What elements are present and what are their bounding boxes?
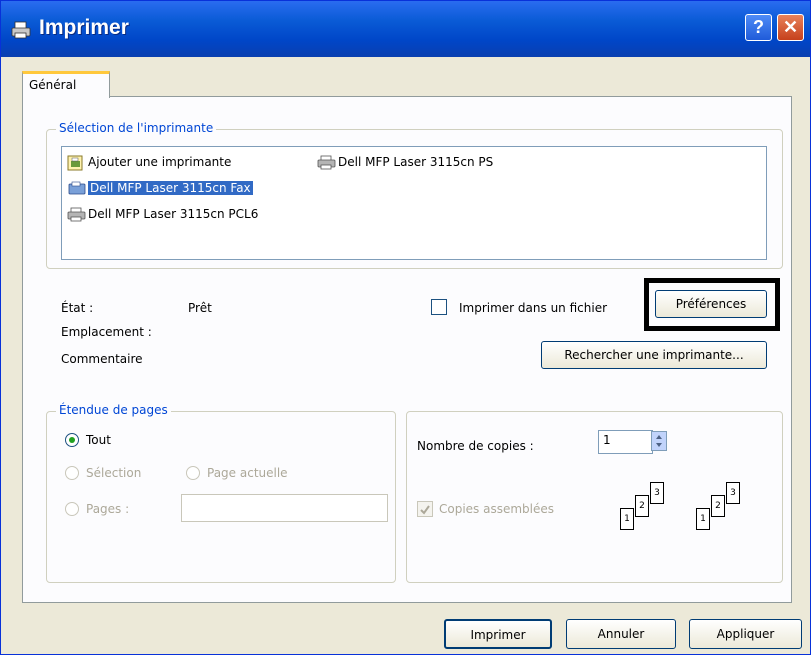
find-printer-button[interactable]: Rechercher une imprimante...	[541, 341, 767, 369]
print-to-file-checkbox[interactable]	[431, 299, 447, 315]
location-label: Emplacement :	[61, 325, 152, 339]
collated-pages-icon: 3 2 1	[620, 482, 680, 542]
collate-label: Copies assemblées	[439, 502, 555, 516]
printer-icon	[67, 207, 86, 221]
printer-icon	[11, 21, 31, 39]
print-button[interactable]: Imprimer	[444, 619, 552, 649]
printer-label: Dell MFP Laser 3115cn Fax	[88, 181, 253, 195]
state-label: État :	[61, 301, 94, 315]
check-icon	[420, 505, 430, 515]
help-button[interactable]: ?	[745, 14, 772, 41]
state-value: Prêt	[188, 301, 212, 315]
page-sheet: 1	[696, 508, 710, 530]
title-bar[interactable]: Imprimer ? ✕	[1, 1, 810, 57]
printer-item-add[interactable]: Ajouter une imprimante	[66, 153, 231, 171]
printer-selection-label: Sélection de l'imprimante	[56, 121, 217, 135]
pages-label: Pages :	[86, 502, 130, 516]
current-page-radio[interactable]	[186, 466, 200, 480]
current-page-label: Page actuelle	[207, 466, 288, 480]
spinner-arrows-icon	[656, 435, 662, 447]
preferences-highlight-box	[644, 278, 780, 331]
selection-radio[interactable]	[65, 466, 79, 480]
printer-icon	[317, 155, 336, 169]
printer-label: Ajouter une imprimante	[88, 155, 232, 169]
selection-label: Sélection	[86, 466, 142, 480]
collated-pages-icon: 3 2 1	[696, 482, 756, 542]
printer-label: Dell MFP Laser 3115cn PCL6	[88, 207, 259, 221]
page-sheet: 2	[635, 495, 649, 517]
apply-button[interactable]: Appliquer	[689, 619, 802, 649]
page-sheet: 3	[726, 482, 740, 504]
printer-item-pcl6[interactable]: Dell MFP Laser 3115cn PCL6	[66, 205, 258, 223]
printer-list[interactable]: Ajouter une imprimante Dell MFP Laser 31…	[61, 146, 767, 260]
close-button[interactable]: ✕	[777, 14, 804, 41]
page-range-label: Étendue de pages	[56, 403, 171, 417]
copies-count-label: Nombre de copies :	[417, 439, 534, 453]
page-sheet: 2	[711, 495, 725, 517]
print-dialog: Imprimer ? ✕ Général Sélection de l'impr…	[0, 0, 811, 655]
printer-item-fax[interactable]: Dell MFP Laser 3115cn Fax	[66, 179, 253, 197]
copies-spinner[interactable]	[651, 431, 667, 451]
comment-label: Commentaire	[61, 352, 143, 366]
tab-general[interactable]: Général	[22, 71, 110, 98]
printer-item-ps[interactable]: Dell MFP Laser 3115cn PS	[316, 153, 493, 171]
copies-count-input[interactable]: 1	[598, 430, 653, 454]
all-pages-label: Tout	[86, 433, 111, 447]
fax-icon	[68, 181, 86, 194]
pages-input[interactable]	[181, 494, 388, 522]
radio-selected-dot	[69, 437, 75, 443]
add-printer-icon	[67, 155, 83, 170]
collate-checkbox[interactable]	[417, 501, 433, 517]
all-pages-radio[interactable]	[65, 433, 79, 447]
page-sheet: 1	[620, 508, 634, 530]
print-to-file-label: Imprimer dans un fichier	[459, 301, 608, 315]
pages-radio[interactable]	[65, 502, 79, 516]
cancel-button[interactable]: Annuler	[566, 619, 676, 649]
printer-label: Dell MFP Laser 3115cn PS	[338, 155, 494, 169]
page-sheet: 3	[650, 482, 664, 504]
window-title: Imprimer	[39, 16, 129, 39]
